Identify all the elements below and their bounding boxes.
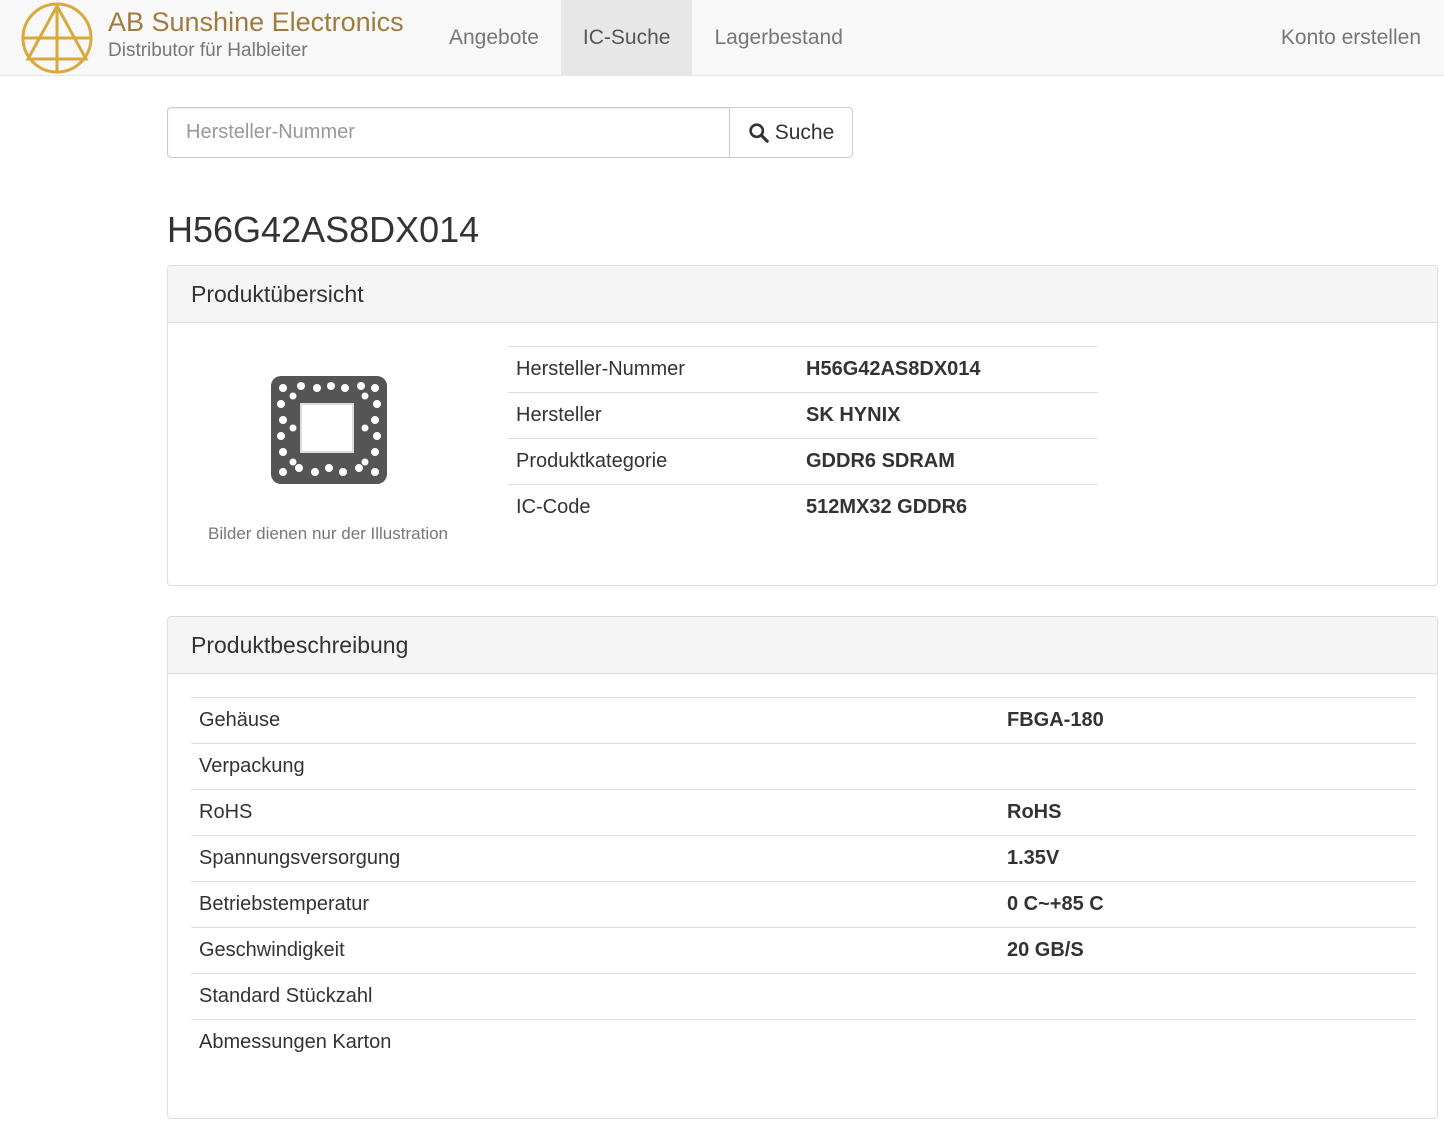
row-label: IC-Code [508,484,798,531]
row-label: Gehäuse [191,697,999,744]
table-row: Hersteller SK HYNIX [508,392,1098,439]
table-row: RoHS RoHS [191,789,1416,836]
row-label: Betriebstemperatur [191,881,999,928]
search-button-label: Suche [774,120,835,144]
navbar: AB Sunshine Electronics Distributor für … [0,0,1444,76]
search-button[interactable]: Suche [730,107,853,158]
row-label: Verpackung [191,743,999,790]
row-value: 20 GB/S [999,927,1416,974]
product-image-area: Bilder dienen nur der Illustration [168,323,488,585]
nav-item-ic-suche[interactable]: IC-Suche [560,0,693,75]
nav-item-lagerbestand[interactable]: Lagerbestand [692,0,864,75]
brand-subtitle: Distributor für Halbleiter [108,40,308,61]
part-number-search-input[interactable] [167,107,730,158]
row-value: H56G42AS8DX014 [798,346,1098,393]
table-row: IC-Code 512MX32 GDDR6 [508,484,1098,531]
product-overview-heading: Produktübersicht [168,266,1437,323]
row-value: 1.35V [999,835,1416,882]
row-value: 512MX32 GDDR6 [798,484,1098,531]
brand-name: AB Sunshine Electronics [108,7,404,37]
table-row: Geschwindigkeit 20 GB/S [191,927,1416,974]
row-label: Hersteller-Nummer [508,346,798,393]
product-description-heading: Produktbeschreibung [168,617,1437,674]
account-nav: Konto erstellen [1259,0,1444,75]
sunshine-logo-icon [21,2,93,74]
description-table: Gehäuse FBGA-180 Verpackung RoHS RoHS Sp… [191,697,1416,1066]
page-title: H56G42AS8DX014 [167,209,480,250]
row-label: Standard Stückzahl [191,973,999,1020]
table-row: Hersteller-Nummer H56G42AS8DX014 [508,346,1098,393]
row-label: Produktkategorie [508,438,798,485]
table-row: Abmessungen Karton [191,1019,1416,1066]
row-value: GDDR6 SDRAM [798,438,1098,485]
search-bar: Suche [167,107,853,158]
table-row: Spannungsversorgung 1.35V [191,835,1416,882]
image-caption: Bilder dienen nur der Illustration [207,524,449,543]
product-overview-panel: Produktübersicht Bilder dienen nur der I… [167,265,1438,586]
table-row: Produktkategorie GDDR6 SDRAM [508,438,1098,485]
row-value: SK HYNIX [798,392,1098,439]
table-row: Betriebstemperatur 0 C~+85 C [191,881,1416,928]
row-value [999,1019,1416,1066]
row-value: RoHS [999,789,1416,836]
brand-link[interactable]: AB Sunshine Electronics Distributor für … [20,2,404,74]
create-account-link[interactable]: Konto erstellen [1259,0,1444,75]
product-description-panel: Produktbeschreibung Gehäuse FBGA-180 Ver… [167,616,1438,1119]
row-value: FBGA-180 [999,697,1416,744]
row-value: 0 C~+85 C [999,881,1416,928]
chip-icon [271,376,387,484]
main-nav: Angebote IC-Suche Lagerbestand [427,0,865,75]
nav-item-angebote[interactable]: Angebote [427,0,561,75]
row-label: Spannungsversorgung [191,835,999,882]
row-label: RoHS [191,789,999,836]
row-value [999,973,1416,1020]
search-icon [749,123,769,143]
overview-table: Hersteller-Nummer H56G42AS8DX014 Herstel… [508,346,1098,531]
table-row: Verpackung [191,743,1416,790]
row-value [999,743,1416,790]
row-label: Hersteller [508,392,798,439]
table-row: Gehäuse FBGA-180 [191,697,1416,744]
row-label: Geschwindigkeit [191,927,999,974]
table-row: Standard Stückzahl [191,973,1416,1020]
row-label: Abmessungen Karton [191,1019,999,1066]
